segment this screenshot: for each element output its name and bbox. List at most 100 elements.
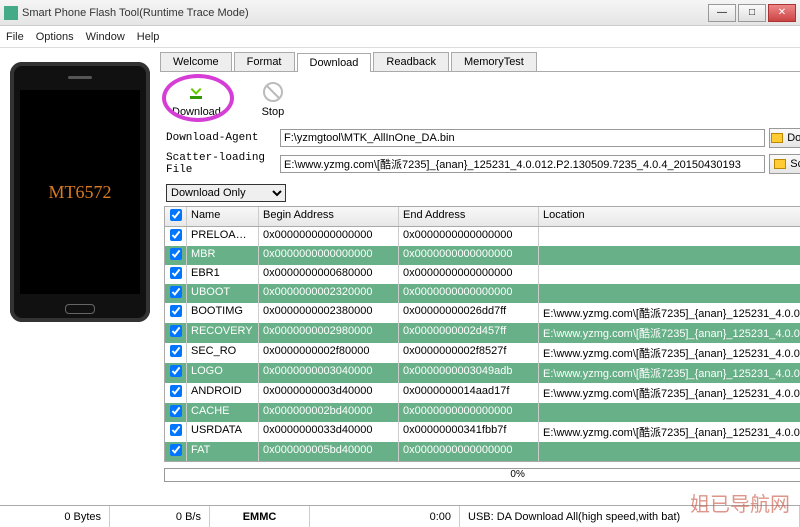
scatter-loading-button[interactable]: Scatter-loading [769,154,800,174]
table-row[interactable]: EBR10x00000000006800000x0000000000000000 [165,265,800,284]
row-checkbox[interactable] [170,248,182,260]
cell-name: ANDROID [187,383,259,403]
cell-end: 0x0000000000000000 [399,403,539,422]
row-checkbox[interactable] [170,325,182,337]
row-checkbox[interactable] [170,424,182,436]
table-row[interactable]: MBR0x00000000000000000x0000000000000000 [165,246,800,265]
cell-location [539,227,800,246]
cell-name: CACHE [187,403,259,422]
cell-begin: 0x0000000000000000 [259,246,399,265]
col-end[interactable]: End Address [399,207,539,226]
cell-begin: 0x0000000003d40000 [259,383,399,403]
cell-begin: 0x0000000002980000 [259,323,399,343]
tab-format[interactable]: Format [234,52,295,71]
phone-mockup: MT6572 [10,62,150,322]
chip-label: MT6572 [49,182,112,203]
table-row[interactable]: SEC_RO0x0000000002f800000x0000000002f852… [165,343,800,363]
cell-end: 0x0000000000000000 [399,284,539,303]
status-time: 0:00 [310,506,460,527]
cell-location [539,284,800,303]
cell-end: 0x0000000000000000 [399,442,539,461]
download-button[interactable]: Download [172,80,221,118]
folder-icon [771,133,783,143]
cell-end: 0x00000000026dd7ff [399,303,539,323]
tab-welcome[interactable]: Welcome [160,52,232,71]
agent-input[interactable] [280,129,765,147]
close-button[interactable]: ✕ [768,4,796,22]
cell-end: 0x0000000000000000 [399,227,539,246]
cell-begin: 0x000000005bd40000 [259,442,399,461]
cell-end: 0x0000000000000000 [399,246,539,265]
cell-begin: 0x0000000033d40000 [259,422,399,442]
table-row[interactable]: PRELOADER0x00000000000000000x00000000000… [165,227,800,246]
row-checkbox[interactable] [170,305,182,317]
table-row[interactable]: FAT0x000000005bd400000x0000000000000000 [165,442,800,461]
menu-bar: File Options Window Help [0,26,800,48]
cell-end: 0x0000000002d457ff [399,323,539,343]
phone-preview-pane: MT6572 [0,48,160,505]
row-checkbox[interactable] [170,405,182,417]
select-all-checkbox[interactable] [170,209,182,221]
progress-text: 0% [165,469,800,480]
cell-name: BOOTIMG [187,303,259,323]
cell-location: E:\www.yzmg.com\[酷派7235]_{anan}_125231_4… [539,422,800,442]
cell-location: E:\www.yzmg.com\[酷派7235]_{anan}_125231_4… [539,383,800,403]
table-row[interactable]: BOOTIMG0x00000000023800000x00000000026dd… [165,303,800,323]
row-checkbox[interactable] [170,345,182,357]
menu-options[interactable]: Options [36,31,74,43]
menu-file[interactable]: File [6,31,24,43]
status-bytes: 0 Bytes [0,506,110,527]
minimize-button[interactable]: — [708,4,736,22]
cell-begin: 0x0000000000000000 [259,227,399,246]
row-checkbox[interactable] [170,286,182,298]
status-storage: EMMC [210,506,310,527]
table-row[interactable]: RECOVERY0x00000000029800000x0000000002d4… [165,323,800,343]
tab-strip: Welcome Format Download Readback MemoryT… [160,52,800,72]
cell-location: E:\www.yzmg.com\[酷派7235]_{anan}_125231_4… [539,343,800,363]
window-title: Smart Phone Flash Tool(Runtime Trace Mod… [22,7,708,19]
download-agent-button[interactable]: Download Agent [769,128,800,148]
col-begin[interactable]: Begin Address [259,207,399,226]
table-row[interactable]: USRDATA0x0000000033d400000x00000000341fb… [165,422,800,442]
row-checkbox[interactable] [170,444,182,456]
scatter-input[interactable] [280,155,765,173]
cell-end: 0x0000000002f8527f [399,343,539,363]
table-row[interactable]: UBOOT0x00000000023200000x000000000000000… [165,284,800,303]
cell-location: E:\www.yzmg.com\[酷派7235]_{anan}_125231_4… [539,363,800,383]
cell-end: 0x0000000003049adb [399,363,539,383]
cell-name: USRDATA [187,422,259,442]
menu-window[interactable]: Window [86,31,125,43]
tab-memorytest[interactable]: MemoryTest [451,52,537,71]
cell-begin: 0x000000002bd40000 [259,403,399,422]
agent-label: Download-Agent [166,132,276,144]
table-row[interactable]: LOGO0x00000000030400000x0000000003049adb… [165,363,800,383]
folder-icon [774,159,786,169]
row-checkbox[interactable] [170,267,182,279]
maximize-button[interactable]: □ [738,4,766,22]
table-row[interactable]: ANDROID0x0000000003d400000x0000000014aad… [165,383,800,403]
partition-table: Name Begin Address End Address Location … [164,206,800,462]
stop-button[interactable]: Stop [261,80,285,118]
tab-readback[interactable]: Readback [373,52,449,71]
stop-icon [261,80,285,104]
cell-end: 0x00000000341fbb7f [399,422,539,442]
cell-location [539,265,800,284]
col-name[interactable]: Name [187,207,259,226]
table-row[interactable]: CACHE0x000000002bd400000x000000000000000… [165,403,800,422]
cell-begin: 0x0000000002320000 [259,284,399,303]
row-checkbox[interactable] [170,385,182,397]
app-icon [4,6,18,20]
scatter-label: Scatter-loading File [166,152,276,176]
cell-name: UBOOT [187,284,259,303]
cell-name: LOGO [187,363,259,383]
mode-select[interactable]: Download Only [166,184,286,202]
menu-help[interactable]: Help [137,31,160,43]
cell-name: EBR1 [187,265,259,284]
cell-location [539,442,800,461]
row-checkbox[interactable] [170,229,182,241]
cell-end: 0x0000000014aad17f [399,383,539,403]
tab-download[interactable]: Download [297,53,372,72]
col-location[interactable]: Location [539,207,800,226]
row-checkbox[interactable] [170,365,182,377]
cell-location: E:\www.yzmg.com\[酷派7235]_{anan}_125231_4… [539,303,800,323]
